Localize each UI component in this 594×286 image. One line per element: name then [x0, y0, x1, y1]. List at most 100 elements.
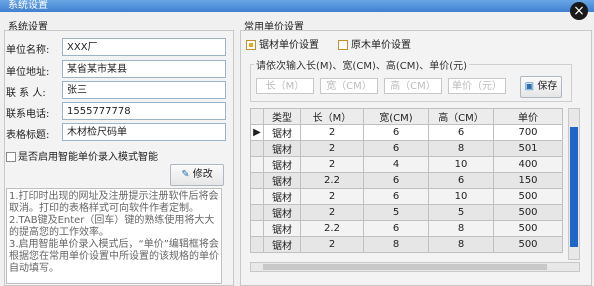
cell-type[interactable]: 锯材 [263, 140, 301, 157]
cell-type[interactable]: 锯材 [263, 172, 301, 189]
cell-length[interactable]: 2 [300, 124, 364, 141]
radio-log-label: 原木单价设置 [351, 40, 411, 51]
cell-price[interactable]: 400 [493, 156, 563, 173]
cell-length[interactable]: 2.2 [300, 220, 364, 237]
row-indicator [250, 188, 264, 205]
company-name-field[interactable]: XXX厂 [62, 38, 226, 56]
table-row[interactable]: 锯材 2 4 10 400 [250, 156, 563, 173]
table-row[interactable]: 锯材 2 6 8 501 [250, 140, 563, 157]
cell-width[interactable]: 6 [363, 188, 429, 205]
cell-type[interactable]: 锯材 [263, 220, 301, 237]
row-indicator [250, 140, 264, 157]
radio-lumber[interactable] [246, 40, 256, 50]
cell-length[interactable]: 2.2 [300, 172, 364, 189]
table-row[interactable]: 锯材 2.2 6 8 500 [250, 220, 563, 237]
cell-type[interactable]: 锯材 [263, 124, 301, 141]
row-indicator [250, 204, 264, 221]
cell-width[interactable]: 8 [363, 236, 429, 253]
row-indicator: ▶ [250, 124, 264, 141]
cell-type[interactable]: 锯材 [263, 236, 301, 253]
cell-height[interactable]: 5 [428, 204, 494, 221]
radio-lumber-label: 锯材单价设置 [259, 40, 319, 51]
cell-width[interactable]: 6 [363, 140, 429, 157]
edit-icon: ✎ [181, 169, 190, 180]
horizontal-scrollbar[interactable] [250, 262, 580, 272]
table-header-row: 类型 长（M） 宽(CM) 高（CM） 单价 [250, 108, 563, 125]
cell-length[interactable]: 2 [300, 140, 364, 157]
cell-price[interactable]: 700 [493, 124, 563, 141]
address-field[interactable]: 某省某市某县 [62, 60, 226, 78]
price-input[interactable]: 单价（元） [448, 78, 506, 94]
cell-type[interactable]: 锯材 [263, 156, 301, 173]
table-row[interactable]: 锯材 2 6 10 500 [250, 188, 563, 205]
table-row[interactable]: ▶ 锯材 2 6 6 700 [250, 124, 563, 141]
cell-width[interactable]: 4 [363, 156, 429, 173]
modify-button-label: 修改 [192, 169, 213, 180]
cell-price[interactable]: 500 [493, 236, 563, 253]
smart-mode-checkbox-row[interactable]: 是否启用智能单价录入模式智能 [6, 148, 158, 163]
cell-price[interactable]: 500 [493, 204, 563, 221]
company-name-label: 单位名称: [6, 45, 50, 56]
height-input[interactable]: 高（CM） [384, 78, 442, 94]
save-button[interactable]: ▣ 保存 [520, 76, 562, 98]
field-row-company: 单位名称: XXX厂 [4, 38, 226, 58]
field-row-table-title: 表格标题: 木材检尺码单 [4, 123, 226, 143]
cell-height[interactable]: 8 [428, 140, 494, 157]
address-label: 单位地址: [6, 67, 50, 78]
row-indicator [250, 220, 264, 237]
table-row[interactable]: 锯材 2 8 8 500 [250, 236, 563, 253]
cell-price[interactable]: 501 [493, 140, 563, 157]
vertical-scrollbar-thumb[interactable] [570, 127, 578, 247]
row-indicator [250, 156, 264, 173]
cell-type[interactable]: 锯材 [263, 188, 301, 205]
row-indicator [250, 236, 264, 253]
col-header-type: 类型 [263, 108, 301, 125]
cell-price[interactable]: 500 [493, 220, 563, 237]
col-header-width: 宽(CM) [363, 108, 429, 125]
price-table: 类型 长（M） 宽(CM) 高（CM） 单价 ▶ 锯材 2 6 6 700 锯材… [250, 108, 563, 253]
contact-field[interactable]: 张三 [62, 81, 226, 99]
cell-height[interactable]: 6 [428, 172, 494, 189]
cell-width[interactable]: 6 [363, 124, 429, 141]
field-row-phone: 联系电话: 1555777778 [4, 102, 226, 122]
cell-length[interactable]: 2 [300, 236, 364, 253]
table-title-field[interactable]: 木材检尺码单 [62, 123, 226, 141]
phone-field[interactable]: 1555777778 [62, 102, 226, 120]
cell-height[interactable]: 8 [428, 236, 494, 253]
note-3: 3.启用智能单价录入模式后，“单价”编辑框将会根据您在常用单价设置中所设置的该规… [9, 239, 219, 274]
cell-width[interactable]: 6 [363, 172, 429, 189]
cell-width[interactable]: 6 [363, 220, 429, 237]
col-header-length: 长（M） [300, 108, 364, 125]
horizontal-scrollbar-thumb[interactable] [263, 264, 547, 270]
price-input-title: 请依次输入长(M)、宽(CM)、高(CM)、单价(元) [254, 57, 470, 72]
cell-height[interactable]: 8 [428, 220, 494, 237]
table-title-label: 表格标题: [6, 130, 50, 141]
phone-label: 联系电话: [6, 109, 50, 120]
smart-mode-label: 是否启用智能单价录入模式智能 [18, 152, 158, 163]
cell-height[interactable]: 10 [428, 188, 494, 205]
width-input[interactable]: 宽（CM） [320, 78, 378, 94]
cell-length[interactable]: 2 [300, 156, 364, 173]
radio-log[interactable] [338, 40, 348, 50]
cell-length[interactable]: 2 [300, 204, 364, 221]
cell-height[interactable]: 6 [428, 124, 494, 141]
radio-lumber-option[interactable]: 锯材单价设置 [246, 36, 319, 51]
contact-label: 联 系 人: [6, 88, 46, 99]
cell-type[interactable]: 锯材 [263, 204, 301, 221]
cell-length[interactable]: 2 [300, 188, 364, 205]
notes-textarea[interactable]: 1.打印时出现的网址及注册提示注册软件后将会取消。打印的表格样式可向软件作者定制… [6, 188, 222, 284]
modify-button[interactable]: ✎ 修改 [170, 164, 224, 186]
row-indicator [250, 172, 264, 189]
cell-price[interactable]: 500 [493, 188, 563, 205]
field-row-contact: 联 系 人: 张三 [4, 81, 226, 101]
table-row[interactable]: 锯材 2.2 6 6 150 [250, 172, 563, 189]
radio-log-option[interactable]: 原木单价设置 [338, 36, 411, 51]
length-input[interactable]: 长（M） [256, 78, 314, 94]
cell-price[interactable]: 150 [493, 172, 563, 189]
cell-height[interactable]: 10 [428, 156, 494, 173]
smart-mode-checkbox[interactable] [6, 152, 16, 162]
table-row[interactable]: 锯材 2 5 5 500 [250, 204, 563, 221]
cell-width[interactable]: 5 [363, 204, 429, 221]
vertical-scrollbar[interactable] [568, 108, 580, 260]
close-icon[interactable]: × [570, 2, 588, 20]
